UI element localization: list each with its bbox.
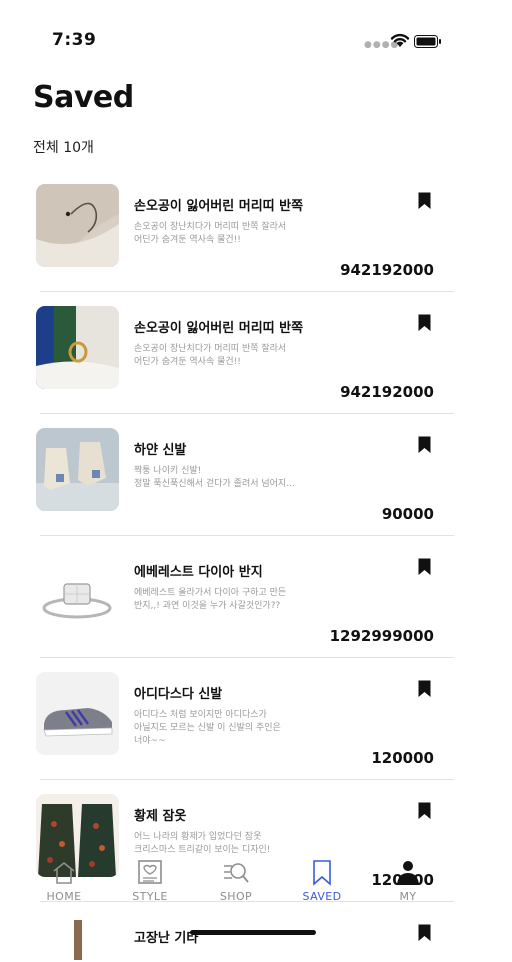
saved-item[interactable]: 하얀 신발 짝퉁 나이키 신발! 정말 푹신푹신해서 걷다가 졸려서 넘어지..… <box>0 414 512 536</box>
item-title: 손오공이 잃어버린 머리띠 반쪽 <box>134 321 304 336</box>
saved-item[interactable]: 손오공이 잃어버린 머리띠 반쪽 손오공이 장난치다가 머리띠 반쪽 잘라서 어… <box>0 292 512 414</box>
person-icon <box>397 861 419 885</box>
item-image-ring-hoop <box>36 184 119 267</box>
tab-label: SAVED <box>302 890 342 903</box>
battery-icon <box>414 35 441 48</box>
item-price: 90000 <box>381 505 434 523</box>
bookmark-filled-icon[interactable] <box>418 680 431 698</box>
status-icons: ●●●● <box>364 32 444 50</box>
tab-label: SHOP <box>219 890 253 903</box>
item-title: 하얀 신발 <box>134 443 187 458</box>
item-title: 고장난 기타 <box>134 931 199 946</box>
item-image-guitar <box>36 916 119 962</box>
item-description: 짝퉁 나이키 신발! 정말 푹신푹신해서 걷다가 졸려서 넘어지... <box>134 466 295 489</box>
item-description: 손오공이 장난치다가 머리띠 반쪽 잘라서 어딘가 숨겨둔 역사속 물건!! <box>134 222 287 245</box>
item-image-gold-ring <box>36 306 119 389</box>
saved-item[interactable]: 아디다스다 신발 아디다스 처럼 보이지만 아디다스가 아닐지도 모르는 신발 … <box>0 658 512 780</box>
home-indicator <box>190 930 316 935</box>
tab-saved[interactable]: SAVED <box>282 852 362 908</box>
item-title: 에베레스트 다이아 반지 <box>134 565 263 580</box>
bookmark-filled-icon[interactable] <box>418 314 431 332</box>
item-image-diamond-ring <box>36 550 119 633</box>
item-title: 아디다스다 신발 <box>134 687 223 702</box>
status-time: 7:39 <box>52 30 97 50</box>
item-price: 942192000 <box>340 261 434 279</box>
tab-home[interactable]: HOME <box>24 852 104 908</box>
tab-my[interactable]: MY <box>368 852 448 908</box>
saved-count-label: 전체 10개 <box>33 140 94 156</box>
bookmark-filled-icon[interactable] <box>418 192 431 210</box>
item-price: 120000 <box>371 749 434 767</box>
item-title: 황제 잠옷 <box>134 809 187 824</box>
item-description: 손오공이 장난치다가 머리띠 반쪽 잘라서 어딘가 숨겨둔 역사속 물건!! <box>134 344 287 367</box>
style-icon <box>138 860 162 884</box>
item-image-white-sneakers <box>36 428 119 511</box>
tab-bar: HOME STYLE SHOP SAVED MY <box>0 852 512 912</box>
bookmark-filled-icon[interactable] <box>418 436 431 454</box>
item-image-running-shoe <box>36 672 119 755</box>
tab-label: HOME <box>46 890 82 903</box>
home-icon <box>53 861 75 884</box>
wifi-icon <box>390 33 410 47</box>
bookmark-filled-icon[interactable] <box>418 802 431 820</box>
item-description: 아디다스 처럼 보이지만 아디다스가 아닐지도 모르는 신발 이 신발의 주인은… <box>134 710 281 746</box>
bookmark-outline-icon <box>313 860 331 886</box>
status-bar: 7:39 ●●●● <box>0 0 512 80</box>
tab-label: MY <box>399 890 417 903</box>
tab-label: STYLE <box>132 890 168 903</box>
item-price: 1292999000 <box>329 627 434 645</box>
bookmark-filled-icon[interactable] <box>418 924 431 942</box>
item-title: 손오공이 잃어버린 머리띠 반쪽 <box>134 199 304 214</box>
item-price: 942192000 <box>340 383 434 401</box>
tab-style[interactable]: STYLE <box>110 852 190 908</box>
item-description: 에베레스트 올라가서 다이아 구하고 만든 반지,,! 과연 이것을 누가 사갈… <box>134 588 287 611</box>
tab-shop[interactable]: SHOP <box>196 852 276 908</box>
shop-search-icon <box>224 863 249 883</box>
saved-item[interactable]: 에베레스트 다이아 반지 에베레스트 올라가서 다이아 구하고 만든 반지,,!… <box>0 536 512 658</box>
bookmark-filled-icon[interactable] <box>418 558 431 576</box>
saved-item[interactable]: 손오공이 잃어버린 머리띠 반쪽 손오공이 장난치다가 머리띠 반쪽 잘라서 어… <box>0 170 512 292</box>
page-title: Saved <box>33 80 134 115</box>
